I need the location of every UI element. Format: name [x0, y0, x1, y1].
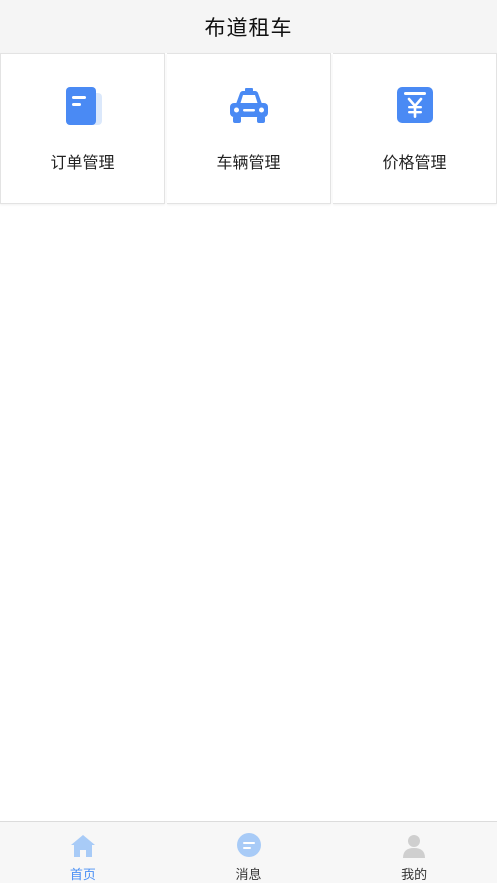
home-icon [69, 832, 97, 860]
message-icon [235, 832, 263, 860]
car-icon [224, 81, 274, 131]
page-title: 布道租车 [204, 15, 293, 40]
tab-label: 消息 [235, 868, 262, 883]
profile-icon [400, 832, 428, 860]
order-icon [58, 81, 108, 131]
menu-item-label: 车辆管理 [216, 153, 281, 172]
bottom-tab-bar: 首页 消息 我的 [0, 821, 497, 883]
tab-profile[interactable]: 我的 [331, 822, 497, 883]
menu-item-orders[interactable]: 订单管理 [0, 53, 165, 204]
menu-item-label: 价格管理 [382, 153, 447, 172]
menu-grid: 订单管理 车辆管理 价格管理 [0, 53, 497, 204]
menu-item-prices[interactable]: 价格管理 [333, 53, 497, 204]
menu-item-vehicles[interactable]: 车辆管理 [167, 53, 331, 204]
tab-label: 首页 [69, 868, 96, 883]
app-root: 布道租车 订单管理 车辆管理 价格管理 首页 消息 我的 [0, 0, 497, 883]
tab-label: 我的 [401, 868, 428, 883]
menu-item-label: 订单管理 [50, 153, 115, 172]
tab-messages[interactable]: 消息 [166, 822, 332, 883]
header-bar: 布道租车 [0, 0, 497, 53]
price-icon [390, 81, 440, 131]
tab-home[interactable]: 首页 [0, 822, 166, 883]
